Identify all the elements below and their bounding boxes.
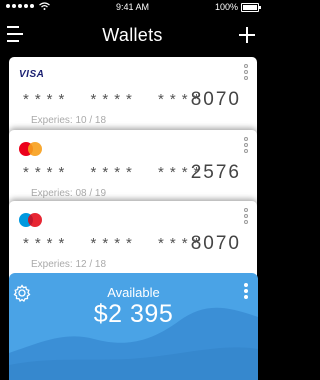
card-options-icon[interactable]	[244, 208, 248, 226]
card-number-mask: **** **** ****	[23, 164, 206, 181]
page-title: Wallets	[102, 25, 163, 45]
card-expiry: Experies: 08 / 19	[31, 188, 107, 199]
card-last-digits: 8070	[190, 233, 241, 254]
card-expiry: Experies: 10 / 18	[31, 115, 107, 126]
visa-logo: VISA	[19, 69, 45, 80]
card-options-icon[interactable]	[244, 64, 248, 82]
status-bar: 9:41 AM 100%	[0, 0, 265, 14]
card-options-icon[interactable]	[244, 137, 248, 155]
balance-amount: $2 395	[93, 300, 174, 328]
card-last-digits: 2576	[190, 162, 241, 183]
card-number-mask: **** **** ****	[23, 91, 206, 108]
nav-bar: Wallets	[0, 16, 265, 54]
wallet-balance-panel[interactable]: Available $2 395	[9, 273, 258, 380]
mastercard-logo-icon	[19, 142, 43, 156]
card-last-digits: 8070	[190, 89, 241, 110]
maestro-logo-icon	[19, 213, 43, 227]
battery-percent: 100%	[214, 2, 238, 12]
add-wallet-icon[interactable]	[239, 27, 255, 43]
battery-icon	[241, 2, 261, 12]
card-expiry: Experies: 12 / 18	[31, 259, 107, 270]
balance-label: Available	[107, 285, 160, 300]
card-number-mask: **** **** ****	[23, 235, 206, 252]
